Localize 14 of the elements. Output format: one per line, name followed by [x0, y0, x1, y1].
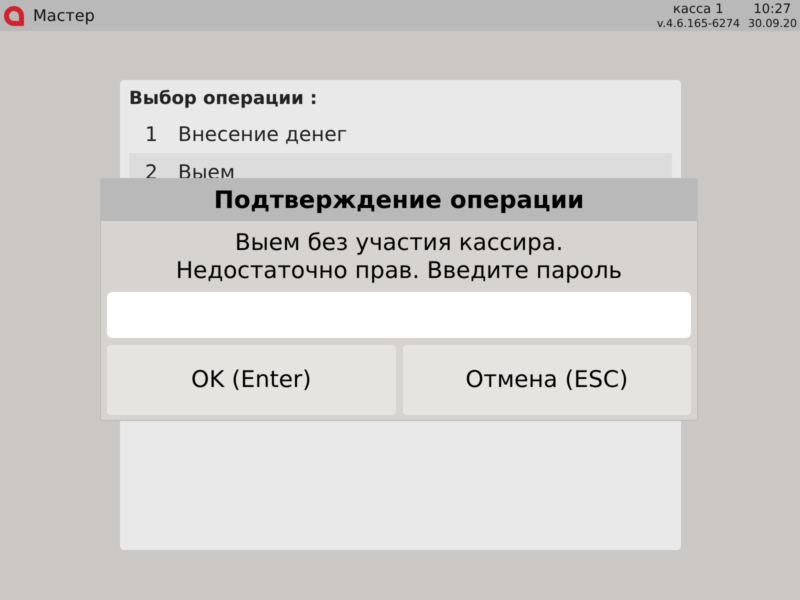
dialog-title: Подтверждение операции [101, 179, 697, 221]
menu-title: Выбор операции : [129, 88, 318, 109]
ok-button[interactable]: OK (Enter) [107, 345, 396, 415]
cancel-button[interactable]: Отмена (ESC) [402, 345, 691, 415]
register-label: касса 1 [673, 2, 724, 16]
version-label: v.4.6.165-6274 [656, 16, 740, 30]
dialog-message: Выем без участия кассира. [234, 229, 564, 257]
password-field[interactable] [107, 292, 691, 338]
app-title: Мастер [33, 6, 95, 25]
dialog-message: Недостаточно прав. Введите пароль [174, 257, 624, 285]
logo-icon [3, 4, 25, 26]
clock-time: 10:27 [754, 2, 791, 16]
date-label: 30.09.20 [748, 16, 797, 30]
menu-item[interactable]: 1 Внесение денег [129, 115, 672, 153]
